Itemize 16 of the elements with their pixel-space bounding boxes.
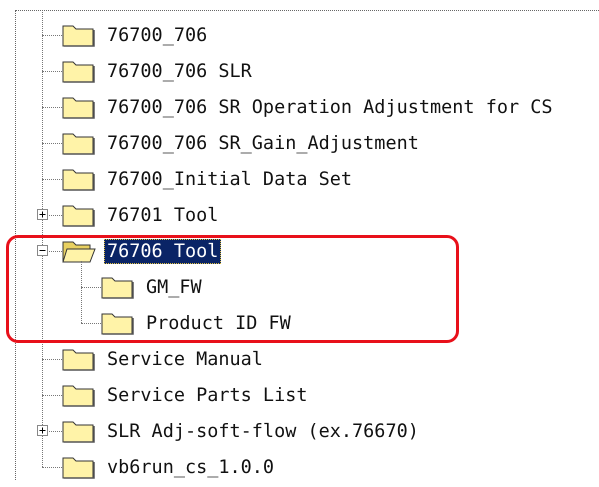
tree-item[interactable]: SLR Adj-soft-flow (ex.76670): [104, 418, 422, 444]
tree-item[interactable]: Product ID FW: [143, 310, 294, 336]
tree-item[interactable]: 76700_706: [104, 22, 210, 48]
tree-item[interactable]: 76706 Tool: [104, 238, 222, 264]
expand-icon[interactable]: [37, 425, 48, 436]
tree-item[interactable]: Service Parts List: [104, 382, 310, 408]
tree-item[interactable]: 76700_706 SLR: [104, 58, 255, 84]
tree-item[interactable]: Service Manual: [104, 346, 266, 372]
expand-icon[interactable]: [37, 209, 48, 220]
tree-item[interactable]: 76700_Initial Data Set: [104, 166, 356, 192]
tree-item[interactable]: 76700_706 SR Operation Adjustment for CS: [104, 94, 556, 120]
tree-item[interactable]: GM_FW: [143, 274, 205, 300]
tree-item[interactable]: vb6run_cs_1.0.0: [104, 454, 278, 480]
collapse-icon[interactable]: [37, 245, 48, 256]
tree-item[interactable]: 76701 Tool: [104, 202, 222, 228]
tree-item[interactable]: 76700_706 SR_Gain_Adjustment: [104, 130, 422, 156]
